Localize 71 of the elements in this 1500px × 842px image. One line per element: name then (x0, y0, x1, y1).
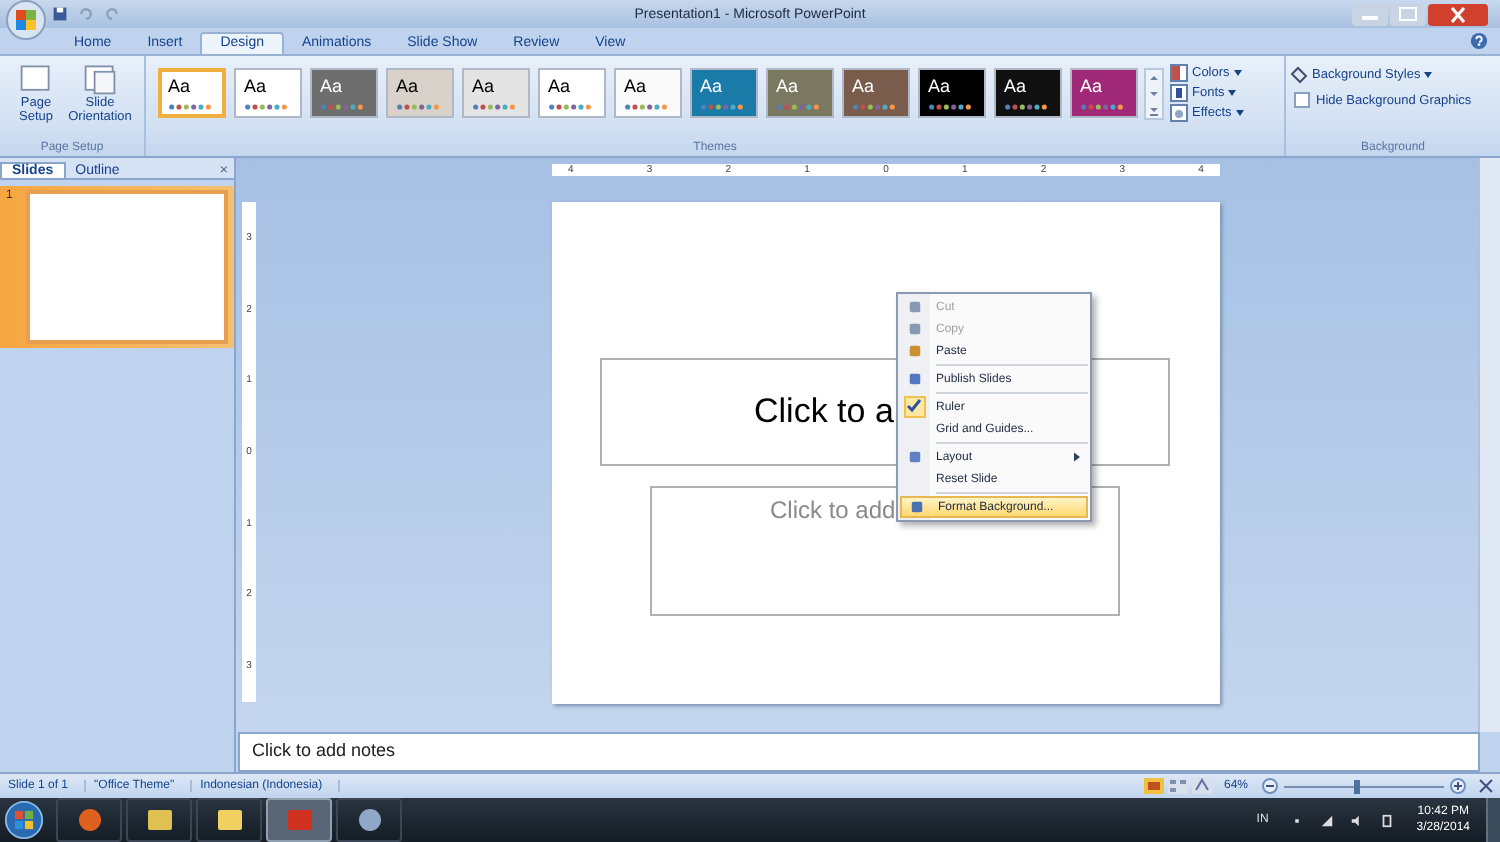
theme-sample-text: Aa (320, 76, 345, 96)
save-icon[interactable] (52, 6, 68, 22)
zoom-out-icon[interactable] (1262, 778, 1278, 794)
slide-sorter-icon[interactable] (1167, 778, 1188, 794)
theme-thumbnail[interactable]: Aa (766, 68, 834, 118)
more-icon[interactable] (1146, 102, 1162, 118)
close-icon[interactable] (1428, 3, 1488, 25)
zoom-slider-thumb[interactable] (1354, 779, 1360, 793)
scroll-up-icon[interactable] (1146, 70, 1162, 86)
color-dots-icon (700, 104, 744, 110)
theme-thumbnail[interactable]: Aa (234, 68, 302, 118)
theme-thumbnail[interactable]: Aa (842, 68, 910, 118)
color-dots-icon (776, 104, 820, 110)
swatch-icon (1170, 84, 1188, 102)
taskbar-app[interactable] (56, 798, 122, 842)
signal-icon[interactable] (1320, 813, 1335, 827)
theme-thumbnail[interactable]: Aa (158, 68, 226, 118)
color-dots-icon (1080, 104, 1124, 110)
theme-thumbnail[interactable]: Aa (614, 68, 682, 118)
color-dots-icon (472, 104, 516, 110)
theme-sample-text: Aa (928, 76, 953, 96)
taskbar-app[interactable] (196, 798, 262, 842)
theme-sample-text: Aa (852, 76, 877, 96)
theme-sample-text: Aa (168, 76, 193, 96)
start-button[interactable] (4, 800, 44, 840)
theme-thumbnail[interactable]: Aa (994, 68, 1062, 118)
taskbar-app[interactable] (336, 798, 402, 842)
speaker-icon[interactable] (1350, 813, 1365, 827)
theme-sample-text: Aa (624, 76, 649, 96)
color-dots-icon (320, 104, 364, 110)
color-dots-icon (624, 104, 668, 110)
theme-thumbnail[interactable]: Aa (386, 68, 454, 118)
fit-to-window-icon[interactable] (1478, 778, 1494, 794)
swatch-icon (1170, 64, 1188, 82)
orientation-icon (82, 62, 118, 96)
color-dots-icon (548, 104, 592, 110)
theme-sample-text: Aa (396, 76, 421, 96)
vertical-scrollbar[interactable] (1478, 158, 1500, 732)
caret-icon (1235, 110, 1244, 116)
theme-sample-text: Aa (700, 76, 725, 96)
caret-icon (1233, 70, 1242, 76)
caret-icon (1424, 72, 1433, 78)
caret-icon (1228, 90, 1237, 96)
zoom-in-icon[interactable] (1450, 778, 1466, 794)
scroll-down-icon[interactable] (1146, 86, 1162, 102)
taskbar-app[interactable] (126, 798, 192, 842)
theme-sample-text: Aa (244, 76, 269, 96)
theme-sample-text: Aa (776, 76, 801, 96)
theme-thumbnail[interactable]: Aa (462, 68, 530, 118)
color-dots-icon (396, 104, 440, 110)
theme-sample-text: Aa (1004, 76, 1029, 96)
theme-sample-text: Aa (548, 76, 573, 96)
color-dots-icon (244, 104, 288, 110)
theme-thumbnail[interactable]: Aa (1070, 68, 1138, 118)
theme-thumbnail[interactable]: Aa (690, 68, 758, 118)
theme-sample-text: Aa (472, 76, 497, 96)
slide-show-icon[interactable] (1191, 778, 1212, 794)
normal-view-icon[interactable] (1143, 778, 1164, 794)
color-dots-icon (1004, 104, 1048, 110)
theme-thumbnail[interactable]: Aa (918, 68, 986, 118)
color-dots-icon (168, 104, 212, 110)
theme-thumbnail[interactable]: Aa (538, 68, 606, 118)
help-icon[interactable] (1470, 32, 1488, 50)
notes-field[interactable]: Click to add notes (238, 732, 1480, 772)
page-icon (18, 62, 54, 96)
theme-thumbnail[interactable]: Aa (310, 68, 378, 118)
theme-sample-text: Aa (1080, 76, 1105, 96)
swatch-icon (1170, 104, 1188, 122)
battery-icon[interactable] (1380, 813, 1395, 827)
color-dots-icon (852, 104, 896, 110)
color-dots-icon (928, 104, 972, 110)
